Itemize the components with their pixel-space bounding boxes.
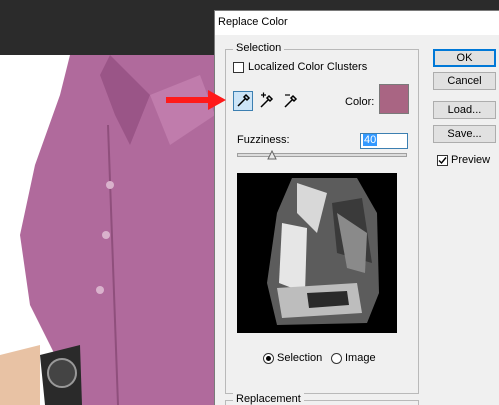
replace-color-dialog: Replace Color Selection Localized Color … (214, 10, 499, 405)
localized-clusters-checkbox[interactable] (233, 62, 244, 73)
load-button[interactable]: Load... (433, 101, 496, 119)
eyedropper-minus-tool[interactable] (281, 91, 301, 111)
fuzziness-label: Fuzziness: (237, 134, 290, 146)
replacement-legend: Replacement (233, 393, 304, 405)
image-radio-label: Image (345, 352, 376, 364)
eyedropper-tool[interactable] (233, 91, 253, 111)
preview-label: Preview (451, 154, 491, 166)
eyedropper-minus-icon (284, 94, 298, 108)
fuzziness-value: 40 (363, 134, 378, 146)
selected-color-swatch[interactable] (379, 84, 409, 114)
cancel-button[interactable]: Cancel (433, 72, 496, 90)
fuzziness-slider-thumb[interactable] (267, 150, 277, 160)
preview-checkbox[interactable] (437, 155, 448, 166)
fuzziness-input[interactable]: 40 (360, 133, 408, 149)
checkmark-icon (438, 157, 447, 165)
red-arrow-icon (166, 90, 226, 110)
fuzziness-slider-track[interactable] (237, 153, 407, 157)
dialog-title: Replace Color (218, 16, 288, 28)
selection-legend: Selection (233, 42, 285, 54)
selection-radio-label: Selection (277, 352, 323, 364)
selection-preview (237, 173, 397, 333)
localized-clusters-label: Localized Color Clusters (248, 61, 368, 73)
color-label: Color: (345, 96, 375, 108)
ok-button[interactable]: OK (433, 49, 496, 67)
selection-mask-image (267, 178, 379, 325)
selection-radio[interactable] (263, 353, 274, 364)
image-radio[interactable] (331, 353, 342, 364)
eyedropper-plus-icon (260, 92, 274, 108)
eyedropper-icon (237, 93, 251, 107)
save-button[interactable]: Save... (433, 125, 496, 143)
eyedropper-plus-tool[interactable] (257, 91, 277, 111)
dialog-title-bar: Replace Color (215, 11, 499, 35)
